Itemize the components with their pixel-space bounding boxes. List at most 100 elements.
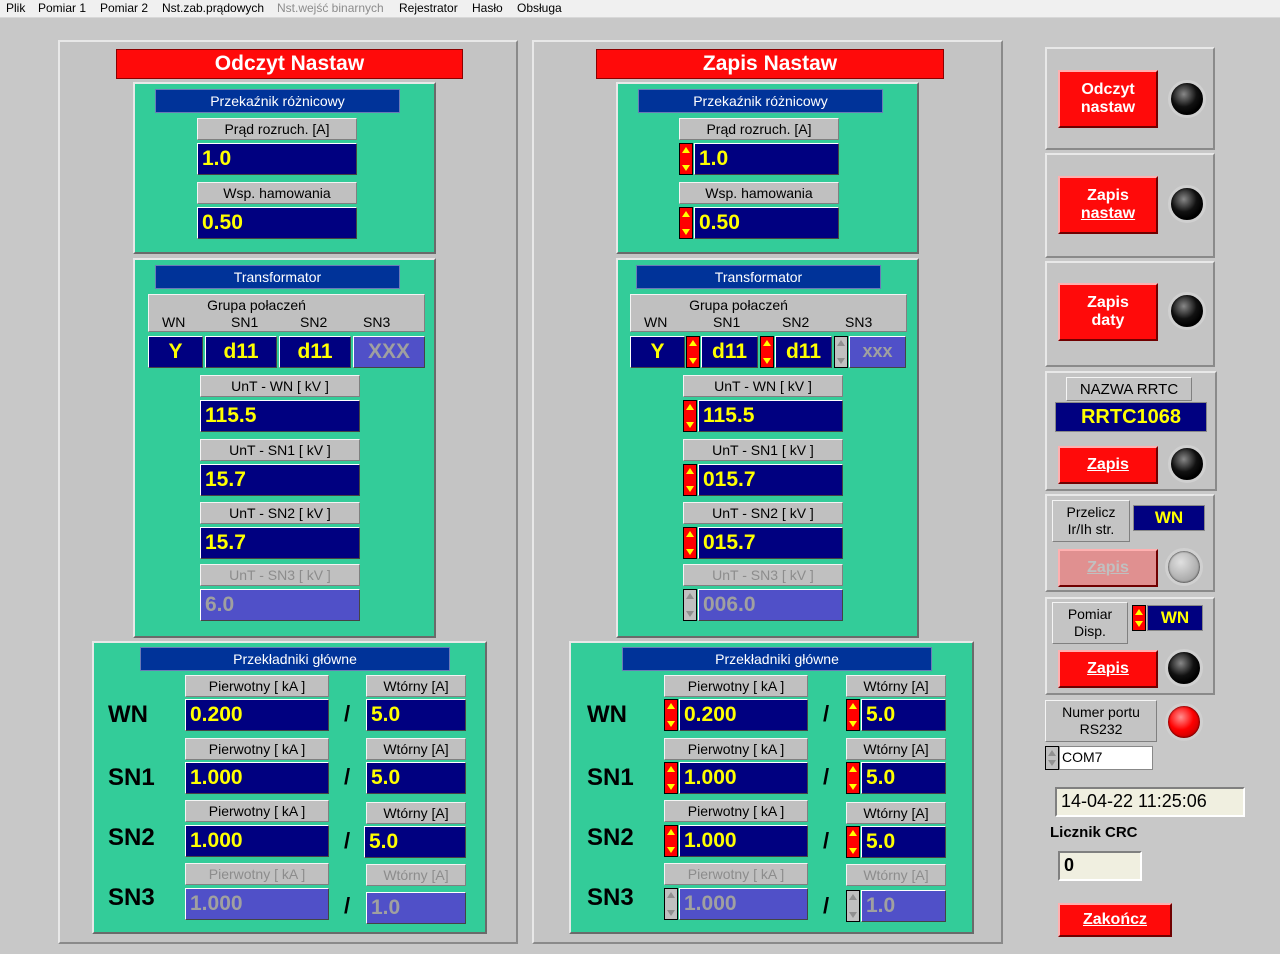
read-vector-group-label: Grupa połaczeń (207, 297, 306, 313)
write-start-current-value[interactable]: 1.0 (694, 143, 839, 175)
disp-measure-label-line1: Pomiar (1067, 606, 1113, 622)
write-col-label-sn3: SN3 (845, 314, 873, 330)
disp-measure-spinner[interactable] (1132, 605, 1146, 631)
read-start-current-value: 1.0 (197, 143, 357, 175)
menu-plik[interactable]: Plik (6, 1, 25, 15)
write-settings-button[interactable]: Zapis nastaw (1058, 176, 1158, 234)
write-ct-sn3-primary-label: Pierwotny [ kA ] (664, 863, 808, 885)
rrtc-name-label: NAZWA RRTC (1066, 377, 1192, 401)
read-status-lamp-icon (1168, 80, 1206, 118)
menu-rejestrator[interactable]: Rejestrator (399, 1, 458, 15)
write-ct-sn2-secondary-spinner[interactable] (846, 826, 860, 858)
date-status-lamp-icon (1168, 292, 1206, 330)
write-ct-wn-secondary-value[interactable]: 5.0 (861, 699, 946, 731)
read-ct-sn2-slash: / (333, 826, 361, 858)
write-settings-button-line2: nastaw (1080, 205, 1136, 222)
read-ct-sn1-primary-label: Pierwotny [ kA ] (185, 738, 329, 760)
rrtc-save-button-label: Zapis (1087, 456, 1129, 473)
read-ct-sn3-secondary-value: 1.0 (366, 892, 466, 924)
read-ct-sn2-secondary-label: Wtórny [A] (366, 802, 466, 824)
recalc-status-lamp-icon (1165, 548, 1203, 586)
write-date-button[interactable]: Zapis daty (1058, 283, 1158, 341)
read-settings-title: Odczyt Nastaw (116, 49, 463, 79)
disp-measure-value[interactable]: WN (1147, 605, 1203, 631)
read-diff-relay-header: Przekaźnik różnicowy (155, 89, 400, 113)
menu-pomiar-1[interactable]: Pomiar 1 (38, 1, 86, 15)
read-ct-wn-primary-value: 0.200 (185, 699, 329, 731)
write-ct-sn2-secondary-value[interactable]: 5.0 (861, 826, 946, 858)
crc-counter-value: 0 (1058, 851, 1142, 881)
write-ct-sn3-slash: / (812, 891, 840, 923)
write-ct-sn1-secondary-value[interactable]: 5.0 (861, 762, 946, 794)
write-group-sn1-spinner[interactable] (686, 336, 700, 368)
write-unt-sn2-value[interactable]: 015.7 (698, 527, 843, 559)
rrtc-save-button[interactable]: Zapis (1058, 446, 1158, 484)
read-ct-sn3-secondary-label: Wtórny [A] (366, 864, 466, 886)
write-ct-sn2-primary-spinner[interactable] (664, 825, 678, 857)
write-ct-sn3-row-label: SN3 (587, 884, 634, 911)
write-group-sn2-spinner[interactable] (760, 336, 774, 368)
write-brake-coef-value[interactable]: 0.50 (694, 207, 839, 239)
read-col-label-sn3: SN3 (363, 314, 391, 330)
write-unt-sn1-value[interactable]: 015.7 (698, 464, 843, 496)
menu-haslo[interactable]: Hasło (472, 1, 503, 15)
write-unt-sn1-spinner[interactable] (683, 464, 697, 496)
exit-button[interactable]: Zakończ (1058, 903, 1172, 937)
write-ct-sn1-primary-spinner[interactable] (664, 762, 678, 794)
menu-pomiar-2[interactable]: Pomiar 2 (100, 1, 148, 15)
write-unt-wn-spinner[interactable] (683, 400, 697, 432)
read-unt-wn-label: UnT - WN [ kV ] (200, 375, 360, 397)
read-ct-sn3-primary-value: 1.000 (185, 888, 329, 920)
write-ct-sn1-secondary-spinner[interactable] (846, 762, 860, 794)
menu-nst-zab-pradowych[interactable]: Nst.zab.prądowych (162, 1, 264, 15)
read-group-wn-value: Y (148, 336, 203, 368)
read-ct-sn1-slash: / (333, 762, 361, 794)
write-ct-sn2-row-label: SN2 (587, 824, 634, 851)
read-ct-sn1-primary-value: 1.000 (185, 762, 329, 794)
recalc-label-line2: Ir/Ih str. (1067, 521, 1115, 537)
read-ct-sn3-row-label: SN3 (108, 884, 155, 911)
read-col-label-sn1: SN1 (231, 314, 259, 330)
com-port-field[interactable]: COM7 (1059, 746, 1153, 770)
read-col-label-sn2: SN2 (300, 314, 328, 330)
write-group-sn1-value[interactable]: d11 (701, 336, 758, 368)
read-start-current-label: Prąd rozruch. [A] (197, 118, 357, 140)
write-start-current-spinner[interactable] (679, 143, 693, 175)
read-ct-sn3-slash: / (333, 891, 361, 923)
write-ct-sn1-secondary-label: Wtórny [A] (846, 738, 946, 760)
read-ct-sn2-row-label: SN2 (108, 824, 155, 851)
write-vector-group-label: Grupa połaczeń (689, 297, 788, 313)
read-unt-sn3-label: UnT - SN3 [ kV ] (200, 564, 360, 586)
write-brake-coef-spinner[interactable] (679, 207, 693, 239)
write-ct-sn1-row-label: SN1 (587, 764, 634, 791)
rrtc-name-value[interactable]: RRTC1068 (1055, 402, 1207, 432)
recalc-label-line1: Przelicz (1066, 504, 1116, 520)
menu-obsluga[interactable]: Obsługa (517, 1, 562, 15)
read-settings-button[interactable]: Odczyt nastaw (1058, 70, 1158, 128)
read-unt-sn3-value: 6.0 (200, 589, 360, 621)
read-group-sn3-value: XXX (353, 336, 425, 368)
read-ct-sn1-secondary-value: 5.0 (366, 762, 466, 794)
com-port-spinner[interactable] (1045, 746, 1059, 770)
disp-save-button[interactable]: Zapis (1058, 650, 1158, 688)
write-ct-sn2-slash: / (812, 826, 840, 858)
disp-save-button-label: Zapis (1087, 660, 1129, 677)
write-ct-sn1-slash: / (812, 762, 840, 794)
recalc-side-value[interactable]: WN (1133, 505, 1205, 531)
write-ct-sn2-primary-value[interactable]: 1.000 (679, 825, 808, 857)
write-ct-sn3-secondary-spinner (846, 890, 860, 922)
write-ct-wn-primary-spinner[interactable] (664, 699, 678, 731)
read-brake-coef-value: 0.50 (197, 207, 357, 239)
write-unt-wn-value[interactable]: 115.5 (698, 400, 843, 432)
write-ct-sn1-primary-value[interactable]: 1.000 (679, 762, 808, 794)
write-ct-wn-secondary-spinner[interactable] (846, 699, 860, 731)
write-ct-wn-secondary-label: Wtórny [A] (846, 675, 946, 697)
write-ct-wn-primary-value[interactable]: 0.200 (679, 699, 808, 731)
disp-measure-label: Pomiar Disp. (1052, 602, 1128, 644)
write-unt-sn3-value: 006.0 (698, 589, 843, 621)
read-ct-header: Przekładniki główne (140, 647, 450, 671)
write-unt-sn2-spinner[interactable] (683, 527, 697, 559)
com-port-label-line1: Numer portu (1062, 704, 1140, 720)
write-group-sn2-value[interactable]: d11 (775, 336, 832, 368)
recalc-label: Przelicz Ir/Ih str. (1052, 500, 1130, 542)
